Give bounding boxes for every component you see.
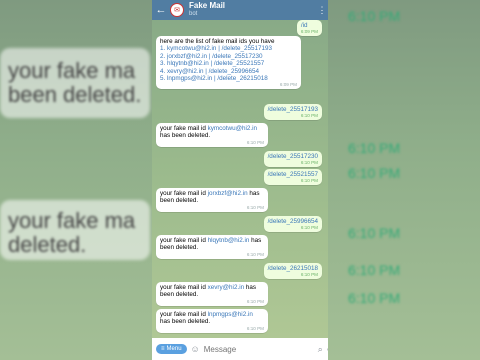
message-time: 6:09 PM [279, 82, 297, 88]
phone-screen: ← ✉ Fake Mail bot ⋮ /id 6:09 PM here are… [152, 0, 328, 360]
chat-header: ← ✉ Fake Mail bot ⋮ [152, 0, 328, 20]
message-time: 6:10 PM [246, 325, 264, 331]
microphone-icon[interactable]: ● [327, 344, 328, 354]
message-prefix: your fake mail id [160, 190, 208, 197]
outgoing-message[interactable]: /delete_25521557 6:10 PM [263, 169, 322, 186]
message-text: /delete_25517230 [267, 153, 318, 160]
outgoing-message[interactable]: /delete_25517230 6:10 PM [263, 151, 322, 168]
message-time: 6:10 PM [246, 251, 264, 257]
incoming-message[interactable]: your fake mail id jorxbzf@hi2.in has bee… [156, 188, 268, 212]
message-text: /delete_25517193 [267, 106, 318, 113]
menu-icon: ≡ [161, 346, 165, 352]
message-text: /id [300, 22, 308, 29]
ghost-time: 6:10 PM [348, 262, 401, 278]
incoming-message[interactable]: your fake mail id xevry@hi2.in has been … [156, 282, 268, 306]
message-prefix: your fake mail id [160, 237, 208, 244]
message-prefix: your fake mail id [160, 284, 208, 291]
message-suffix: has been deleted. [160, 132, 211, 140]
bot-avatar[interactable]: ✉ [170, 3, 184, 17]
outgoing-message[interactable]: /delete_26215018 6:10 PM [263, 263, 322, 280]
message-time: 6:10 PM [300, 272, 318, 278]
message-time: 6:10 PM [300, 178, 318, 184]
message-input[interactable] [203, 344, 314, 354]
message-text: /delete_25521557 [267, 171, 318, 178]
message-time: 6:10 PM [246, 298, 264, 304]
email-link[interactable]: kymcotwu@hi2.in [208, 125, 257, 132]
menu-label: Menu [166, 346, 182, 352]
message-text[interactable]: 2. jorxbzf@hi2.in | /delete_25517230 [160, 53, 297, 60]
incoming-message[interactable]: your fake mail id hlqytnb@hi2.in has bee… [156, 235, 268, 259]
message-prefix: your fake mail id [160, 311, 208, 318]
email-link[interactable]: lnpmgps@hi2.in [208, 311, 253, 318]
more-vertical-icon[interactable]: ⋮ [316, 5, 328, 16]
message-prefix: your fake mail id [160, 125, 208, 132]
message-list: /id 6:09 PM here are the list of fake ma… [152, 20, 328, 338]
menu-button[interactable]: ≡ Menu [156, 344, 187, 354]
message-text: /delete_26215018 [267, 265, 318, 272]
ghost-text: been deleted. [8, 82, 142, 107]
message-composer: ≡ Menu ☺ ⌕ ● [152, 338, 328, 360]
ghost-text: your fake ma [8, 208, 136, 233]
ghost-text: your fake ma [8, 58, 136, 83]
outgoing-message[interactable]: /delete_25996654 6:10 PM [263, 216, 322, 233]
incoming-message[interactable]: your fake mail id lnpmgps@hi2.in has bee… [156, 309, 268, 333]
message-text: /delete_25996654 [267, 218, 318, 225]
chat-title-block[interactable]: Fake Mail bot [189, 2, 316, 18]
message-time: 6:09 PM [300, 29, 318, 35]
message-suffix: has been deleted. [160, 318, 211, 326]
email-link[interactable]: jorxbzf@hi2.in [208, 190, 248, 197]
message-text[interactable]: 5. lnpmgps@hi2.in | /delete_26215018 [160, 75, 297, 82]
ghost-text: deleted. [8, 232, 87, 257]
email-link[interactable]: xevry@hi2.in [208, 284, 245, 291]
message-time: 6:10 PM [246, 204, 264, 210]
message-text[interactable]: 1. kymcotwu@hi2.in | /delete_25517193 [160, 45, 297, 52]
incoming-message[interactable]: your fake mail id kymcotwu@hi2.in has be… [156, 123, 268, 147]
message-time: 6:10 PM [246, 139, 264, 145]
background-left: your fake ma been deleted. your fake ma … [0, 0, 152, 360]
message-time: 6:10 PM [300, 225, 318, 231]
message-time: 6:10 PM [300, 160, 318, 166]
ghost-time: 6:10 PM [348, 165, 401, 181]
chat-title: Fake Mail [189, 1, 226, 10]
ghost-time: 6:10 PM [348, 8, 401, 24]
email-link[interactable]: hlqytnb@hi2.in [208, 237, 250, 244]
arrow-left-icon[interactable]: ← [152, 4, 170, 16]
paperclip-icon[interactable]: ⌕ [318, 344, 323, 355]
background-right: 6:10 PM 6:10 PM 6:10 PM 6:10 PM 6:10 PM … [328, 0, 480, 360]
chat-subtitle: bot [189, 11, 198, 17]
message-text[interactable]: 4. xevry@hi2.in | /delete_25996654 [160, 68, 297, 75]
ghost-time: 6:10 PM [348, 225, 401, 241]
message-text: here are the list of fake mail ids you h… [160, 38, 275, 45]
message-time: 6:10 PM [300, 113, 318, 119]
message-text[interactable]: 3. hlqytnb@hi2.in | /delete_25521557 [160, 60, 297, 67]
incoming-message[interactable]: here are the list of fake mail ids you h… [156, 36, 301, 90]
ghost-time: 6:10 PM [348, 140, 401, 156]
ghost-time: 6:10 PM [348, 290, 401, 306]
smile-icon[interactable]: ☺ [191, 344, 200, 354]
outgoing-message[interactable]: /delete_25517193 6:10 PM [263, 104, 322, 121]
outgoing-message[interactable]: /id 6:09 PM [296, 20, 322, 37]
